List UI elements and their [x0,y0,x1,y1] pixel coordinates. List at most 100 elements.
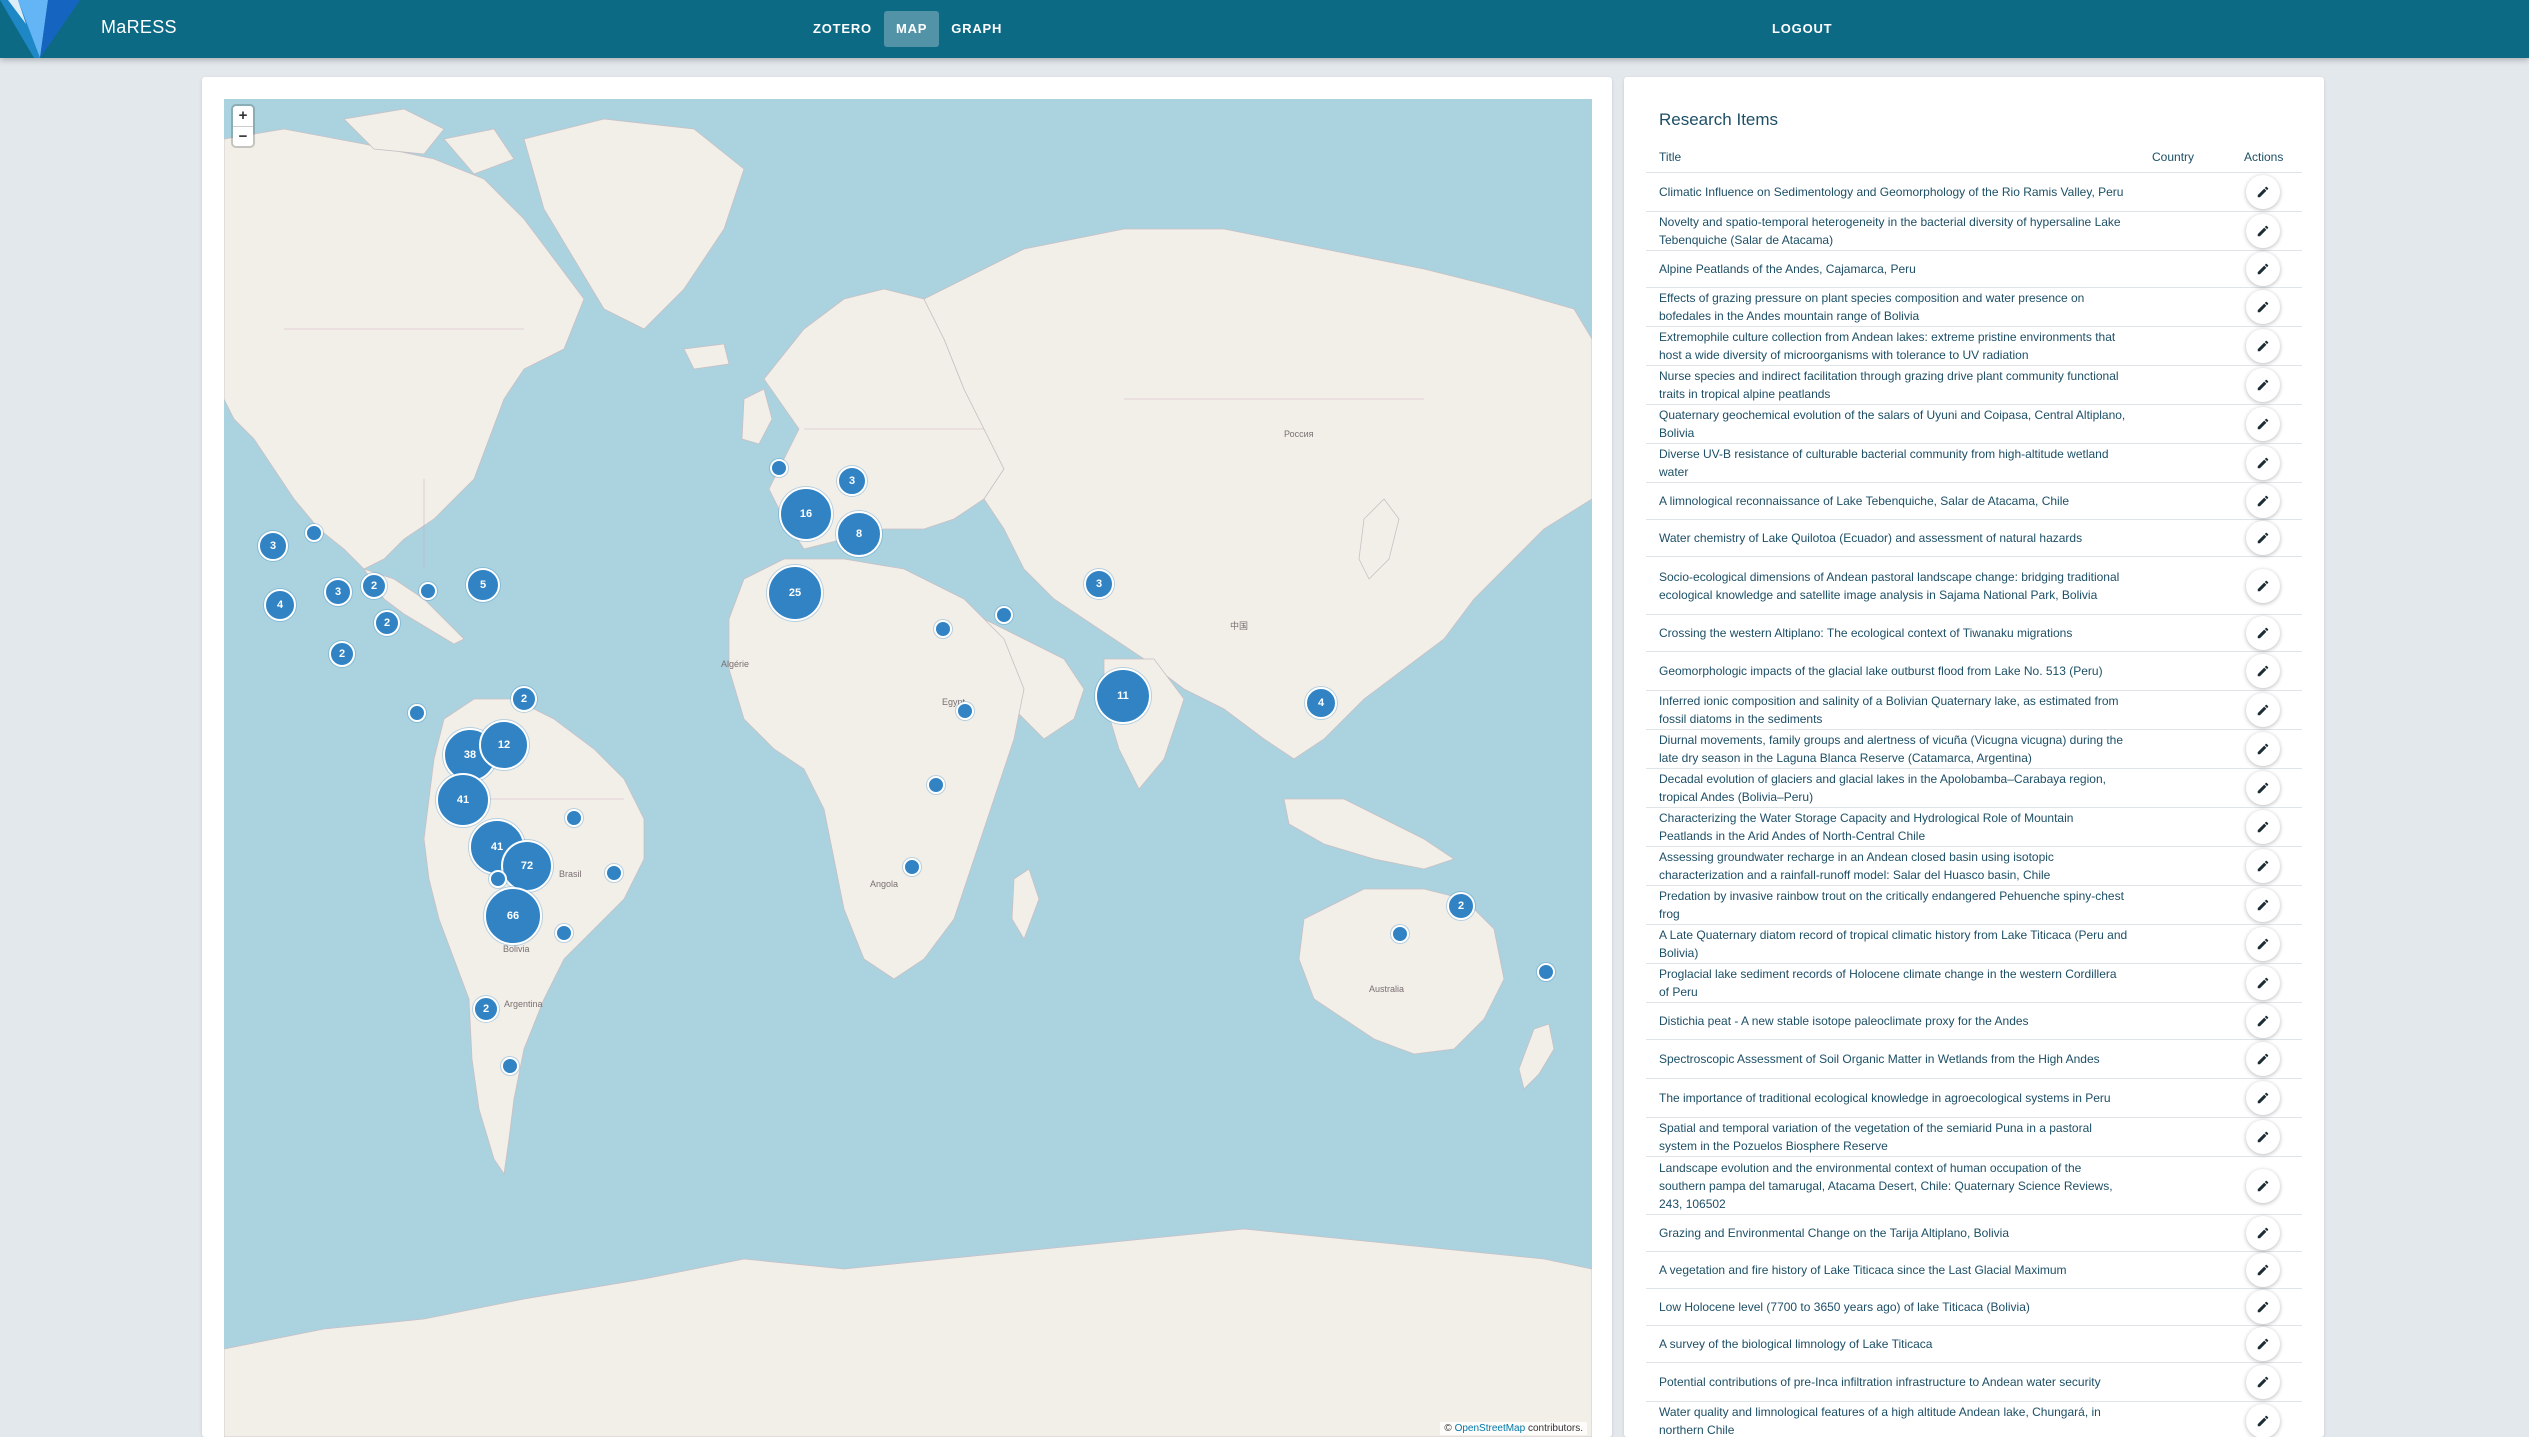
cluster-marker[interactable]: 8 [836,511,882,557]
edit-button[interactable] [2246,1327,2280,1361]
cluster-marker[interactable]: 2 [374,610,400,636]
cluster-marker[interactable]: 66 [484,887,542,945]
table-row[interactable]: Proglacial lake sediment records of Holo… [1646,964,2302,1003]
tab-map[interactable]: MAP [883,11,940,47]
edit-button[interactable] [2246,966,2280,1000]
table-row[interactable]: Predation by invasive rainbow trout on t… [1646,886,2302,925]
cluster-marker[interactable]: 3 [324,578,352,606]
table-row[interactable]: Potential contributions of pre-Inca infi… [1646,1363,2302,1402]
edit-button[interactable] [2246,771,2280,805]
table-row[interactable]: Diverse UV-B resistance of culturable ba… [1646,444,2302,483]
edit-button[interactable] [2246,214,2280,248]
tab-zotero[interactable]: ZOTERO [801,11,884,47]
cluster-marker[interactable]: 41 [436,773,490,827]
edit-button[interactable] [2246,407,2280,441]
cluster-marker[interactable]: 16 [779,487,833,541]
cluster-marker[interactable]: 25 [767,565,823,621]
table-row[interactable]: The importance of traditional ecological… [1646,1079,2302,1118]
osm-link[interactable]: OpenStreetMap [1455,1423,1526,1434]
cluster-marker[interactable]: 3 [837,466,867,496]
column-header-country[interactable]: Country [2152,150,2194,164]
table-row[interactable]: Water chemistry of Lake Quilotoa (Ecuado… [1646,520,2302,557]
point-marker[interactable] [408,704,426,722]
cluster-marker[interactable]: 12 [479,720,529,770]
table-row[interactable]: A limnological reconnaissance of Lake Te… [1646,483,2302,520]
table-row[interactable]: A vegetation and fire history of Lake Ti… [1646,1252,2302,1289]
table-row[interactable]: Water quality and limnological features … [1646,1402,2302,1437]
edit-button[interactable] [2246,175,2280,209]
cluster-marker[interactable]: 4 [264,589,296,621]
tab-graph[interactable]: GRAPH [939,11,1014,47]
logout-button[interactable]: LOGOUT [1760,11,1844,47]
edit-button[interactable] [2246,927,2280,961]
table-row[interactable]: Low Holocene level (7700 to 3650 years a… [1646,1289,2302,1326]
point-marker[interactable] [995,606,1013,624]
table-row[interactable]: Spectroscopic Assessment of Soil Organic… [1646,1040,2302,1079]
edit-button[interactable] [2246,1120,2280,1154]
edit-button[interactable] [2246,693,2280,727]
table-row[interactable]: Quaternary geochemical evolution of the … [1646,405,2302,444]
point-marker[interactable] [1537,963,1555,981]
edit-button[interactable] [2246,1365,2280,1399]
cluster-marker[interactable]: 3 [1084,569,1114,599]
cluster-marker[interactable]: 4 [1305,687,1337,719]
cluster-marker[interactable]: 2 [361,573,387,599]
table-row[interactable]: Assessing groundwater recharge in an And… [1646,847,2302,886]
edit-button[interactable] [2246,849,2280,883]
table-row[interactable]: Grazing and Environmental Change on the … [1646,1215,2302,1252]
edit-button[interactable] [2246,1216,2280,1250]
column-header-title[interactable]: Title [1659,150,1681,164]
edit-button[interactable] [2246,810,2280,844]
point-marker[interactable] [489,870,507,888]
cluster-marker[interactable]: 2 [473,996,499,1022]
edit-button[interactable] [2246,1042,2280,1076]
edit-button[interactable] [2246,888,2280,922]
edit-button[interactable] [2246,484,2280,518]
table-row[interactable]: Inferred ionic composition and salinity … [1646,691,2302,730]
table-row[interactable]: Crossing the western Altiplano: The ecol… [1646,615,2302,652]
edit-button[interactable] [2246,1253,2280,1287]
table-row[interactable]: Decadal evolution of glaciers and glacia… [1646,769,2302,808]
cluster-marker[interactable]: 2 [1447,892,1475,920]
edit-button[interactable] [2246,568,2280,603]
point-marker[interactable] [927,776,945,794]
table-row[interactable]: Novelty and spatio-temporal heterogeneit… [1646,212,2302,251]
table-row[interactable]: Climatic Influence on Sedimentology and … [1646,173,2302,212]
table-row[interactable]: Geomorphologic impacts of the glacial la… [1646,652,2302,691]
point-marker[interactable] [305,524,323,542]
table-row[interactable]: A Late Quaternary diatom record of tropi… [1646,925,2302,964]
cluster-marker[interactable]: 72 [501,840,553,892]
table-row[interactable]: A survey of the biological limnology of … [1646,1326,2302,1363]
point-marker[interactable] [770,459,788,477]
edit-button[interactable] [2246,1290,2280,1324]
edit-button[interactable] [2246,329,2280,363]
table-row[interactable]: Diurnal movements, family groups and ale… [1646,730,2302,769]
edit-button[interactable] [2246,1404,2280,1437]
point-marker[interactable] [1391,925,1409,943]
zoom-out-button[interactable]: − [233,126,253,146]
edit-button[interactable] [2246,252,2280,286]
table-row[interactable]: Distichia peat - A new stable isotope pa… [1646,1003,2302,1040]
world-map[interactable]: Россия Australia Angola Egypt 中国 Bolivia… [224,99,1592,1437]
cluster-marker[interactable]: 2 [329,641,355,667]
edit-button[interactable] [2246,1081,2280,1115]
table-row[interactable]: Socio-ecological dimensions of Andean pa… [1646,557,2302,615]
point-marker[interactable] [419,582,437,600]
edit-button[interactable] [2246,616,2280,650]
edit-button[interactable] [2246,521,2280,555]
cluster-marker[interactable]: 2 [511,686,537,712]
point-marker[interactable] [501,1057,519,1075]
point-marker[interactable] [555,924,573,942]
table-row[interactable]: Characterizing the Water Storage Capacit… [1646,808,2302,847]
point-marker[interactable] [934,620,952,638]
edit-button[interactable] [2246,368,2280,402]
edit-button[interactable] [2246,732,2280,766]
point-marker[interactable] [605,864,623,882]
edit-button[interactable] [2246,654,2280,688]
edit-button[interactable] [2246,446,2280,480]
cluster-marker[interactable]: 3 [258,531,288,561]
cluster-marker[interactable]: 5 [466,568,500,602]
point-marker[interactable] [565,809,583,827]
table-row[interactable]: Effects of grazing pressure on plant spe… [1646,288,2302,327]
cluster-marker[interactable]: 11 [1095,668,1151,724]
